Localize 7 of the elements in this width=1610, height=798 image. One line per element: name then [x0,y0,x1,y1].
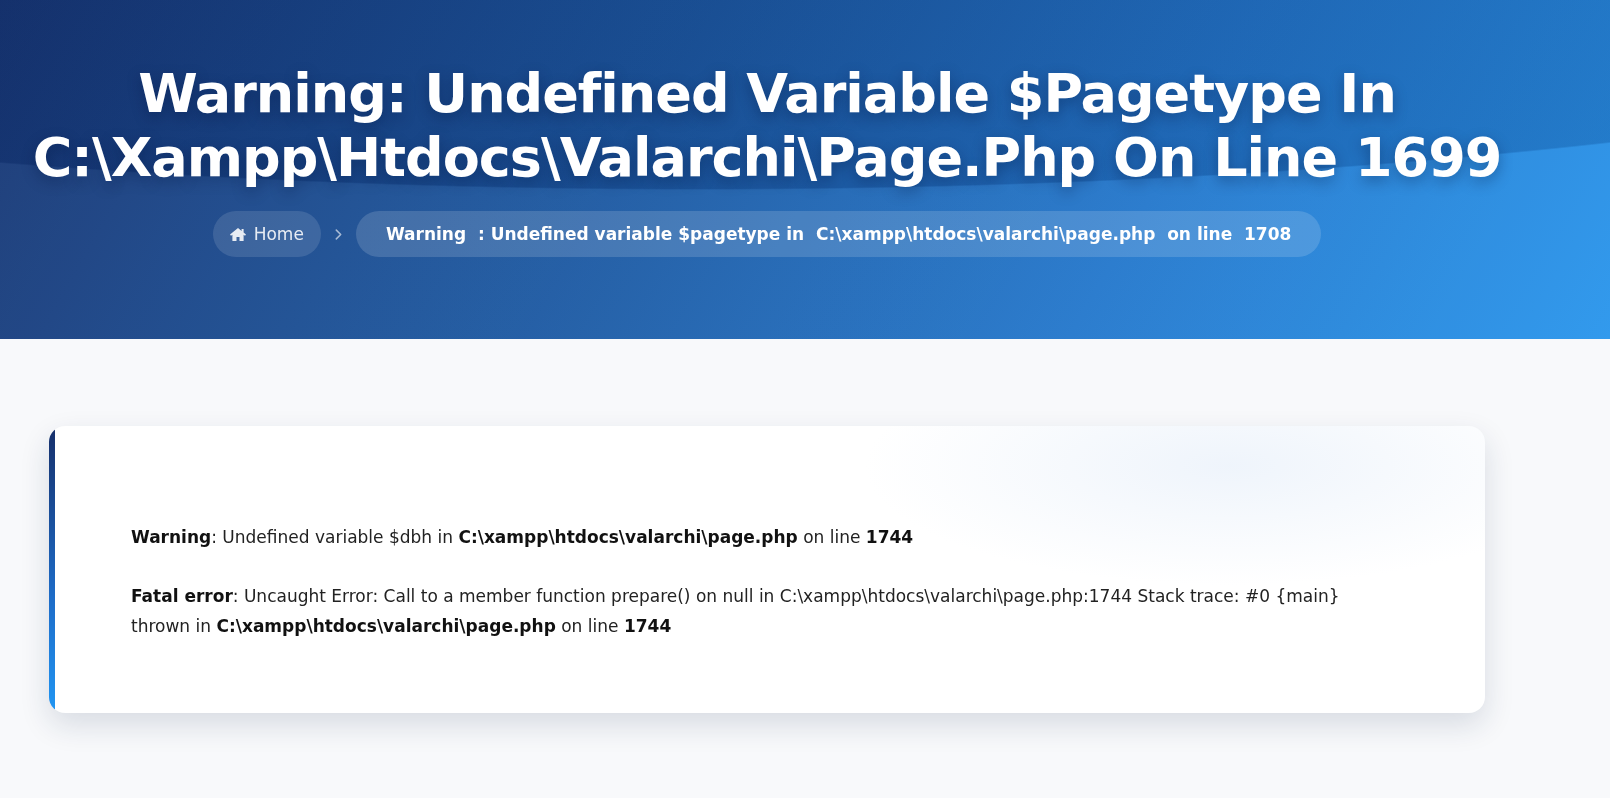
page-title: Warning: Undefined Variable $Pagetype In C:\Xampp\Htdocs\Valarchi\Page.Php On Line 1699 [32,62,1502,190]
error-message: Fatal error: Uncaught Error: Call to a member function prepare() on null in C:\xampp\htdocs\valarchi\page.php:1744 Stack trace: #0 {main} thrown in C:\xampp\htdocs\valarchi\page.php on line 1744 [131,585,1341,638]
home-link[interactable]: Home [212,211,321,257]
error-message: Warning: Undefined variable $dbh in C:\xampp\htdocs\valarchi\page.php on line 1744 [131,526,915,549]
home-icon [229,227,246,241]
breadcrumb-current: Warning : Undefined variable $pagetype in C:\xampp\htdocs\valarchi\page.php on line 1708 [355,211,1322,257]
chevron-icon [334,228,342,240]
